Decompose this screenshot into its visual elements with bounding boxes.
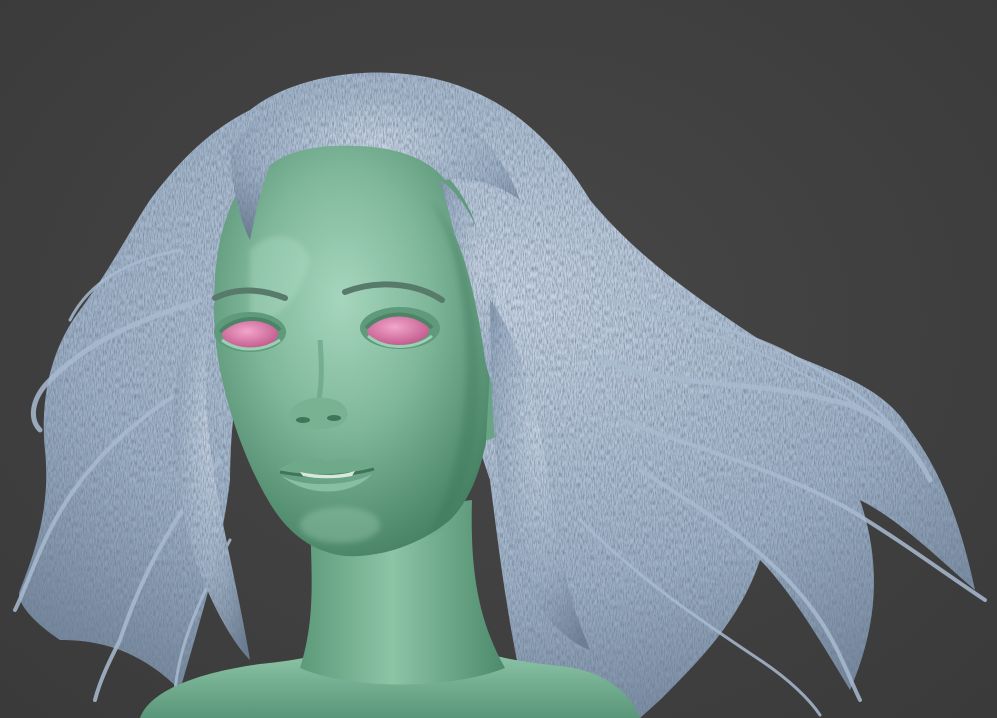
sculpt-render: [13, 72, 987, 718]
viewport-3d[interactable]: [0, 0, 997, 718]
chin-highlight: [300, 507, 380, 543]
nostril-right: [327, 415, 341, 421]
nostril-left: [296, 417, 310, 423]
